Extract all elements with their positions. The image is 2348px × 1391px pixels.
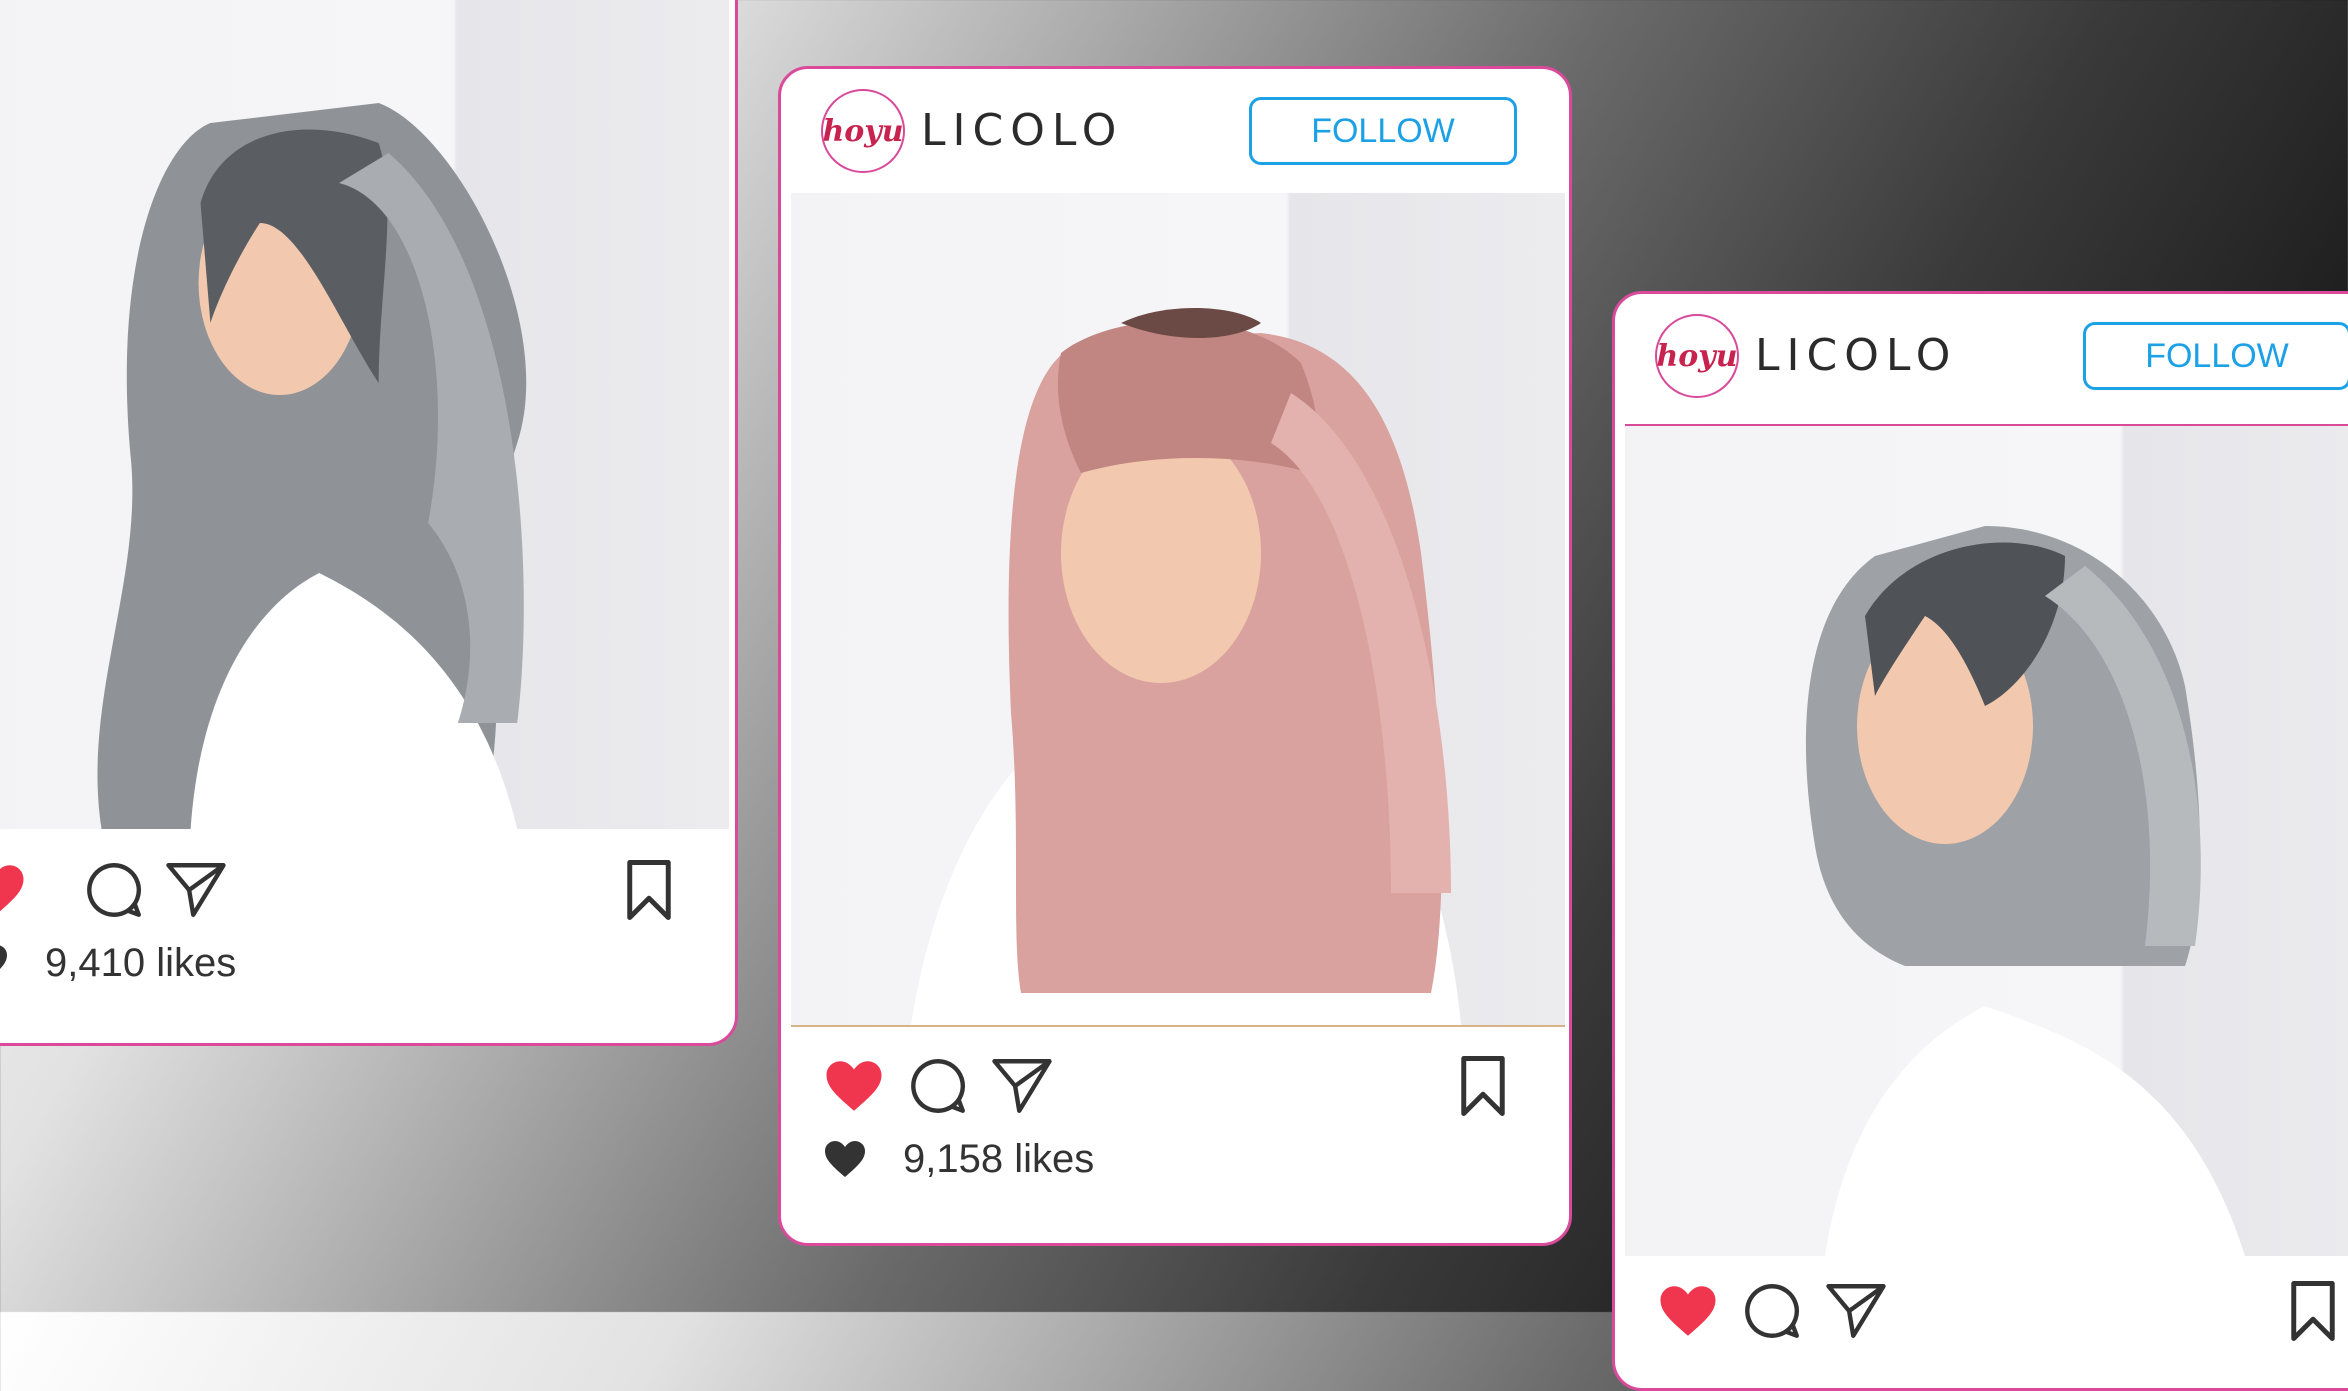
post-photo[interactable]: [0, 0, 729, 829]
post-card: 9,410 likes: [0, 0, 738, 1046]
brand-name[interactable]: LICOLO: [921, 99, 1123, 163]
brand-logo[interactable]: hoyu: [821, 89, 905, 173]
heart-icon[interactable]: [0, 857, 29, 923]
post-card: hoyu LICOLO FOLLOW: [1612, 291, 2348, 1391]
heart-filled-icon: [0, 939, 11, 987]
comment-icon[interactable]: [1739, 1278, 1805, 1344]
brand-logo[interactable]: hoyu: [1655, 314, 1739, 398]
follow-button[interactable]: FOLLOW: [2083, 322, 2348, 390]
comment-icon[interactable]: [905, 1053, 971, 1119]
post-photo[interactable]: [791, 193, 1565, 1027]
share-icon[interactable]: [1823, 1278, 1889, 1344]
post-actions: [781, 1039, 1569, 1129]
follow-button[interactable]: FOLLOW: [1249, 97, 1517, 165]
bookmark-icon[interactable]: [621, 857, 677, 923]
likes-count: 9,410 likes: [45, 941, 237, 985]
heart-icon[interactable]: [821, 1053, 887, 1119]
post-photo[interactable]: [1625, 424, 2348, 1256]
post-card: hoyu LICOLO FOLLOW 9,158 likes: [778, 66, 1572, 1246]
share-icon[interactable]: [163, 857, 229, 923]
likes-count: 9,158 likes: [903, 1137, 1095, 1181]
share-icon[interactable]: [989, 1053, 1055, 1119]
brand-name[interactable]: LICOLO: [1755, 324, 1957, 388]
post-header: hoyu LICOLO FOLLOW: [781, 69, 1569, 197]
bookmark-icon[interactable]: [1455, 1053, 1511, 1119]
post-header: hoyu LICOLO FOLLOW: [1615, 294, 2348, 422]
comment-icon[interactable]: [81, 857, 147, 923]
heart-filled-icon: [821, 1135, 869, 1183]
heart-icon[interactable]: [1655, 1278, 1721, 1344]
post-actions: [0, 843, 735, 933]
post-actions: [1615, 1264, 2348, 1354]
bookmark-icon[interactable]: [2285, 1278, 2341, 1344]
